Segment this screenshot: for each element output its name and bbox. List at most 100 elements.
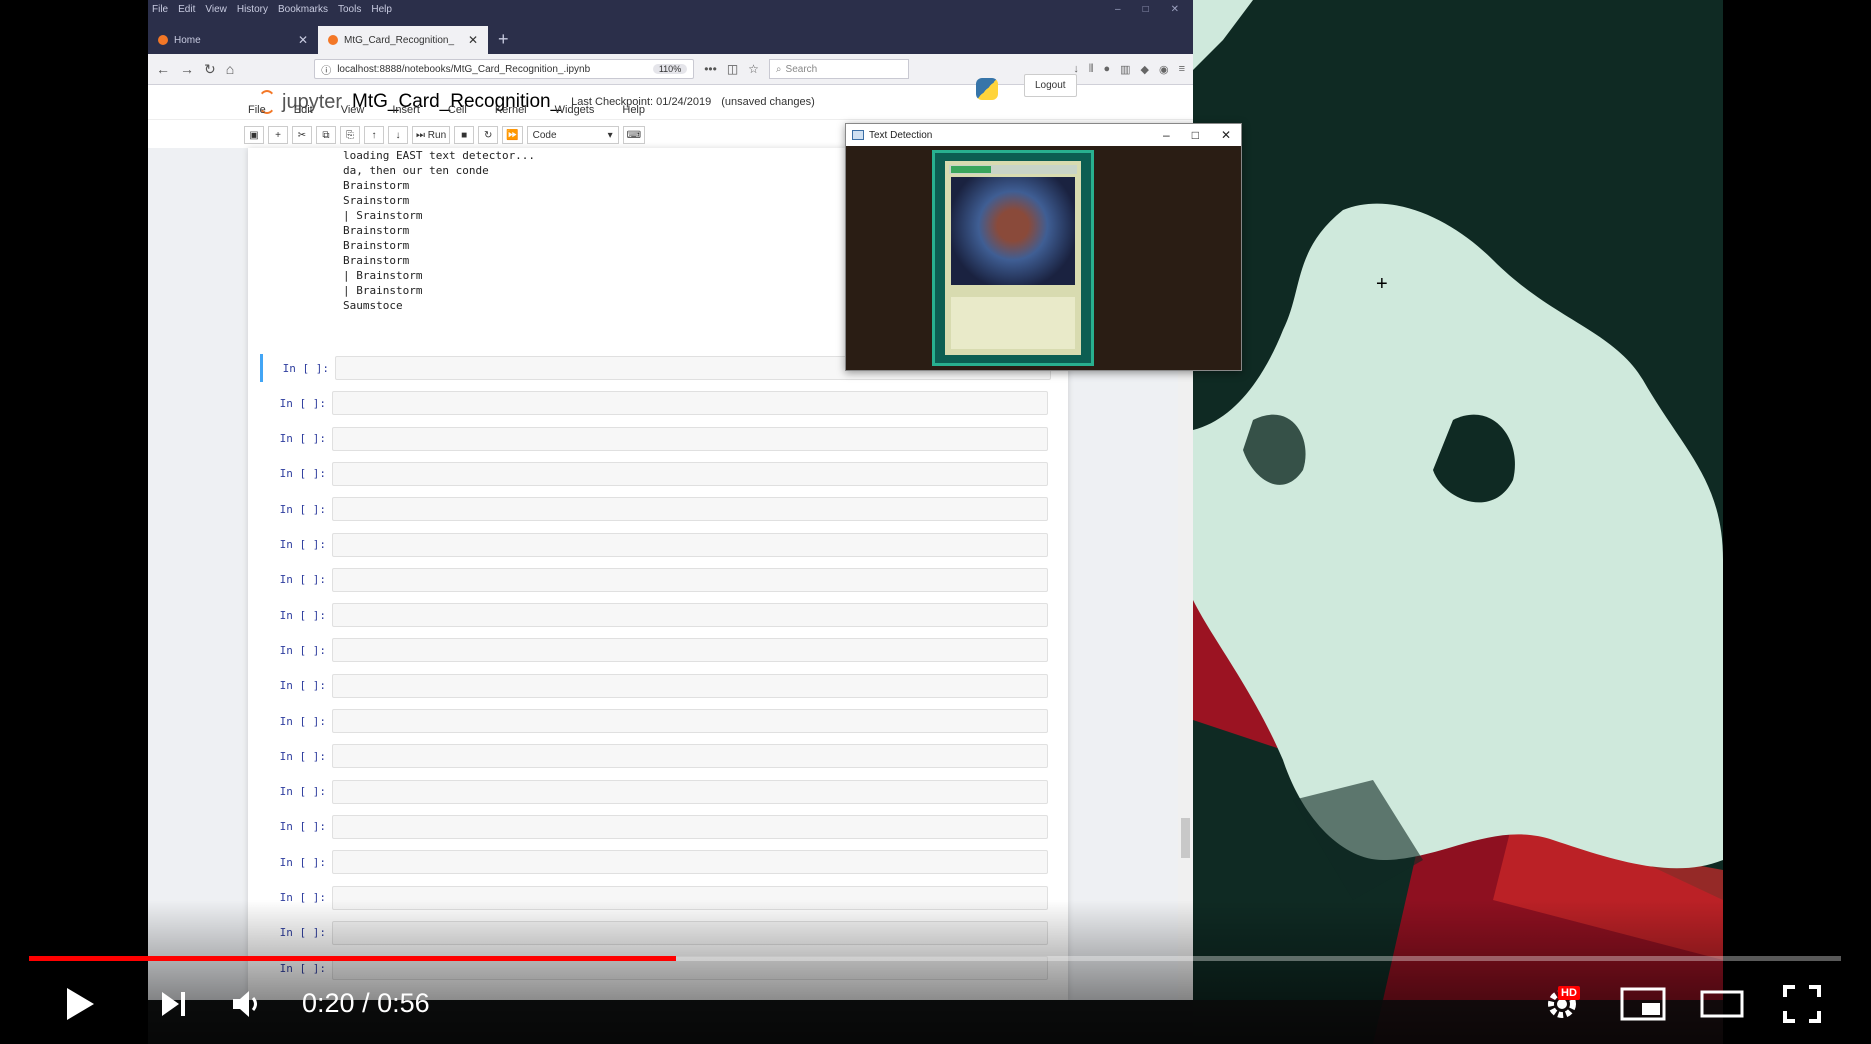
new-tab-icon[interactable]: + (488, 29, 519, 54)
code-cell[interactable]: In [ ]: (260, 566, 1048, 594)
menu-edit[interactable]: Edit (178, 4, 195, 15)
url-bar[interactable]: ⓘ localhost:8888/notebooks/MtG_Card_Reco… (314, 59, 695, 79)
menu-file[interactable]: File (152, 4, 168, 15)
maximize-icon[interactable]: □ (1192, 128, 1199, 142)
jmenu-widgets[interactable]: Widgets (555, 104, 595, 116)
move-up-icon[interactable]: ↑ (364, 126, 384, 144)
code-cell[interactable]: In [ ]: (260, 778, 1048, 806)
cell-input[interactable] (332, 567, 1048, 592)
code-cell[interactable]: In [ ]: (260, 707, 1048, 735)
menu-tools[interactable]: Tools (338, 4, 361, 15)
code-cell[interactable]: In [ ]: (260, 672, 1048, 700)
library-icon[interactable]: ⫴ (1089, 63, 1094, 76)
cell-input[interactable] (332, 391, 1048, 416)
fullscreen-button[interactable] (1778, 982, 1826, 1026)
run-button[interactable]: ⏭ Run (412, 126, 451, 144)
search-placeholder: Search (785, 63, 818, 75)
move-down-icon[interactable]: ↓ (388, 126, 408, 144)
play-button[interactable] (56, 982, 104, 1026)
miniplayer-icon (1620, 987, 1666, 1021)
restart-icon[interactable]: ↻ (478, 126, 499, 144)
cell-input[interactable] (332, 709, 1048, 733)
cell-input[interactable] (332, 532, 1048, 557)
close-tab-icon[interactable]: ✕ (468, 33, 478, 47)
cell-type-select[interactable]: Code ▾ (526, 126, 619, 144)
cell-input[interactable] (332, 638, 1048, 663)
back-icon[interactable]: ← (156, 61, 170, 77)
code-cell[interactable]: In [ ]: (260, 601, 1048, 629)
page-actions-icon[interactable]: ••• (704, 62, 717, 76)
cell-input[interactable] (332, 744, 1048, 769)
save-icon[interactable]: ▣ (244, 126, 264, 144)
menu-bookmarks[interactable]: Bookmarks (278, 4, 328, 15)
menu-help[interactable]: Help (371, 4, 392, 15)
cell-input[interactable] (332, 497, 1048, 522)
cell-input[interactable] (332, 426, 1048, 451)
adblock-icon[interactable]: ● (1103, 63, 1110, 76)
window-titlebar[interactable]: Text Detection – □ ✕ (846, 124, 1241, 146)
cell-input[interactable] (332, 673, 1048, 698)
cut-icon[interactable]: ✂ (292, 126, 312, 144)
maximize-icon[interactable]: □ (1143, 4, 1149, 15)
code-cell[interactable]: In [ ]: (260, 531, 1048, 559)
cell-input[interactable] (332, 461, 1048, 486)
search-input[interactable]: ⌕ Search (768, 59, 909, 79)
sidebar-icon[interactable]: ▥ (1120, 63, 1130, 76)
jmenu-edit[interactable]: Edit (294, 104, 313, 116)
cell-input[interactable] (332, 779, 1048, 804)
extension-icon[interactable]: ◉ (1159, 63, 1169, 76)
pocket-icon[interactable]: ◫ (727, 62, 738, 76)
progress-bar[interactable] (29, 956, 1841, 961)
home-icon[interactable]: ⌂ (226, 61, 234, 77)
copy-icon[interactable]: ⧉ (316, 126, 336, 144)
jmenu-help[interactable]: Help (622, 104, 645, 116)
browser-menubar: File Edit View History Bookmarks Tools H… (148, 0, 1193, 18)
jmenu-kernel[interactable]: Kernel (495, 104, 527, 116)
jmenu-file[interactable]: File (248, 104, 266, 116)
zoom-badge[interactable]: 110% (652, 64, 688, 74)
close-icon[interactable]: ✕ (1221, 128, 1231, 142)
close-icon[interactable]: ✕ (1171, 4, 1179, 15)
tab-home[interactable]: Home ✕ (148, 26, 318, 54)
stop-icon[interactable]: ■ (454, 126, 475, 144)
tab-notebook[interactable]: MtG_Card_Recognition_ ✕ (318, 26, 488, 54)
menu-history[interactable]: History (237, 4, 268, 15)
code-cell[interactable]: In [ ]: (260, 813, 1048, 841)
jmenu-view[interactable]: View (341, 104, 365, 116)
mute-button[interactable] (224, 982, 272, 1026)
miniplayer-button[interactable] (1618, 982, 1668, 1026)
theater-mode-button[interactable] (1696, 982, 1748, 1026)
menu-view[interactable]: View (205, 4, 227, 15)
code-cell[interactable]: In [ ]: (260, 425, 1048, 453)
scrollbar-thumb[interactable] (1181, 818, 1190, 858)
code-cell[interactable]: In [ ]: (260, 742, 1048, 770)
cell-input[interactable] (332, 603, 1048, 628)
code-cell[interactable]: In [ ]: (260, 389, 1048, 417)
video-player[interactable]: File Edit View History Bookmarks Tools H… (0, 0, 1871, 1044)
extension-icon[interactable]: ◆ (1141, 63, 1149, 76)
code-cell[interactable]: In [ ]: (260, 460, 1048, 488)
theater-mode-icon (1700, 990, 1744, 1018)
cell-input[interactable] (332, 814, 1048, 839)
jmenu-cell[interactable]: Cell (448, 104, 467, 116)
forward-icon[interactable]: → (180, 61, 194, 77)
close-tab-icon[interactable]: ✕ (298, 33, 308, 47)
logout-button[interactable]: Logout (1024, 74, 1077, 97)
keyboard-icon[interactable]: ⌨ (622, 126, 646, 144)
paste-icon[interactable]: ⎘ (340, 126, 360, 144)
add-cell-icon[interactable]: + (268, 126, 288, 144)
minimize-icon[interactable]: – (1115, 4, 1121, 15)
minimize-icon[interactable]: – (1163, 128, 1170, 142)
jmenu-insert[interactable]: Insert (392, 104, 420, 116)
cell-input[interactable] (332, 850, 1048, 875)
next-button[interactable] (150, 982, 198, 1026)
hamburger-menu-icon[interactable]: ≡ (1179, 63, 1185, 76)
reload-icon[interactable]: ↻ (204, 61, 216, 78)
text-detection-window[interactable]: Text Detection – □ ✕ (845, 123, 1242, 371)
code-cell[interactable]: In [ ]: (260, 848, 1048, 876)
code-cell[interactable]: In [ ]: (260, 636, 1048, 664)
code-cell[interactable]: In [ ]: (260, 495, 1048, 523)
cell-prompt: In [ ]: (279, 749, 326, 763)
bookmark-star-icon[interactable]: ☆ (748, 62, 759, 76)
restart-run-all-icon[interactable]: ⏩ (502, 126, 523, 144)
